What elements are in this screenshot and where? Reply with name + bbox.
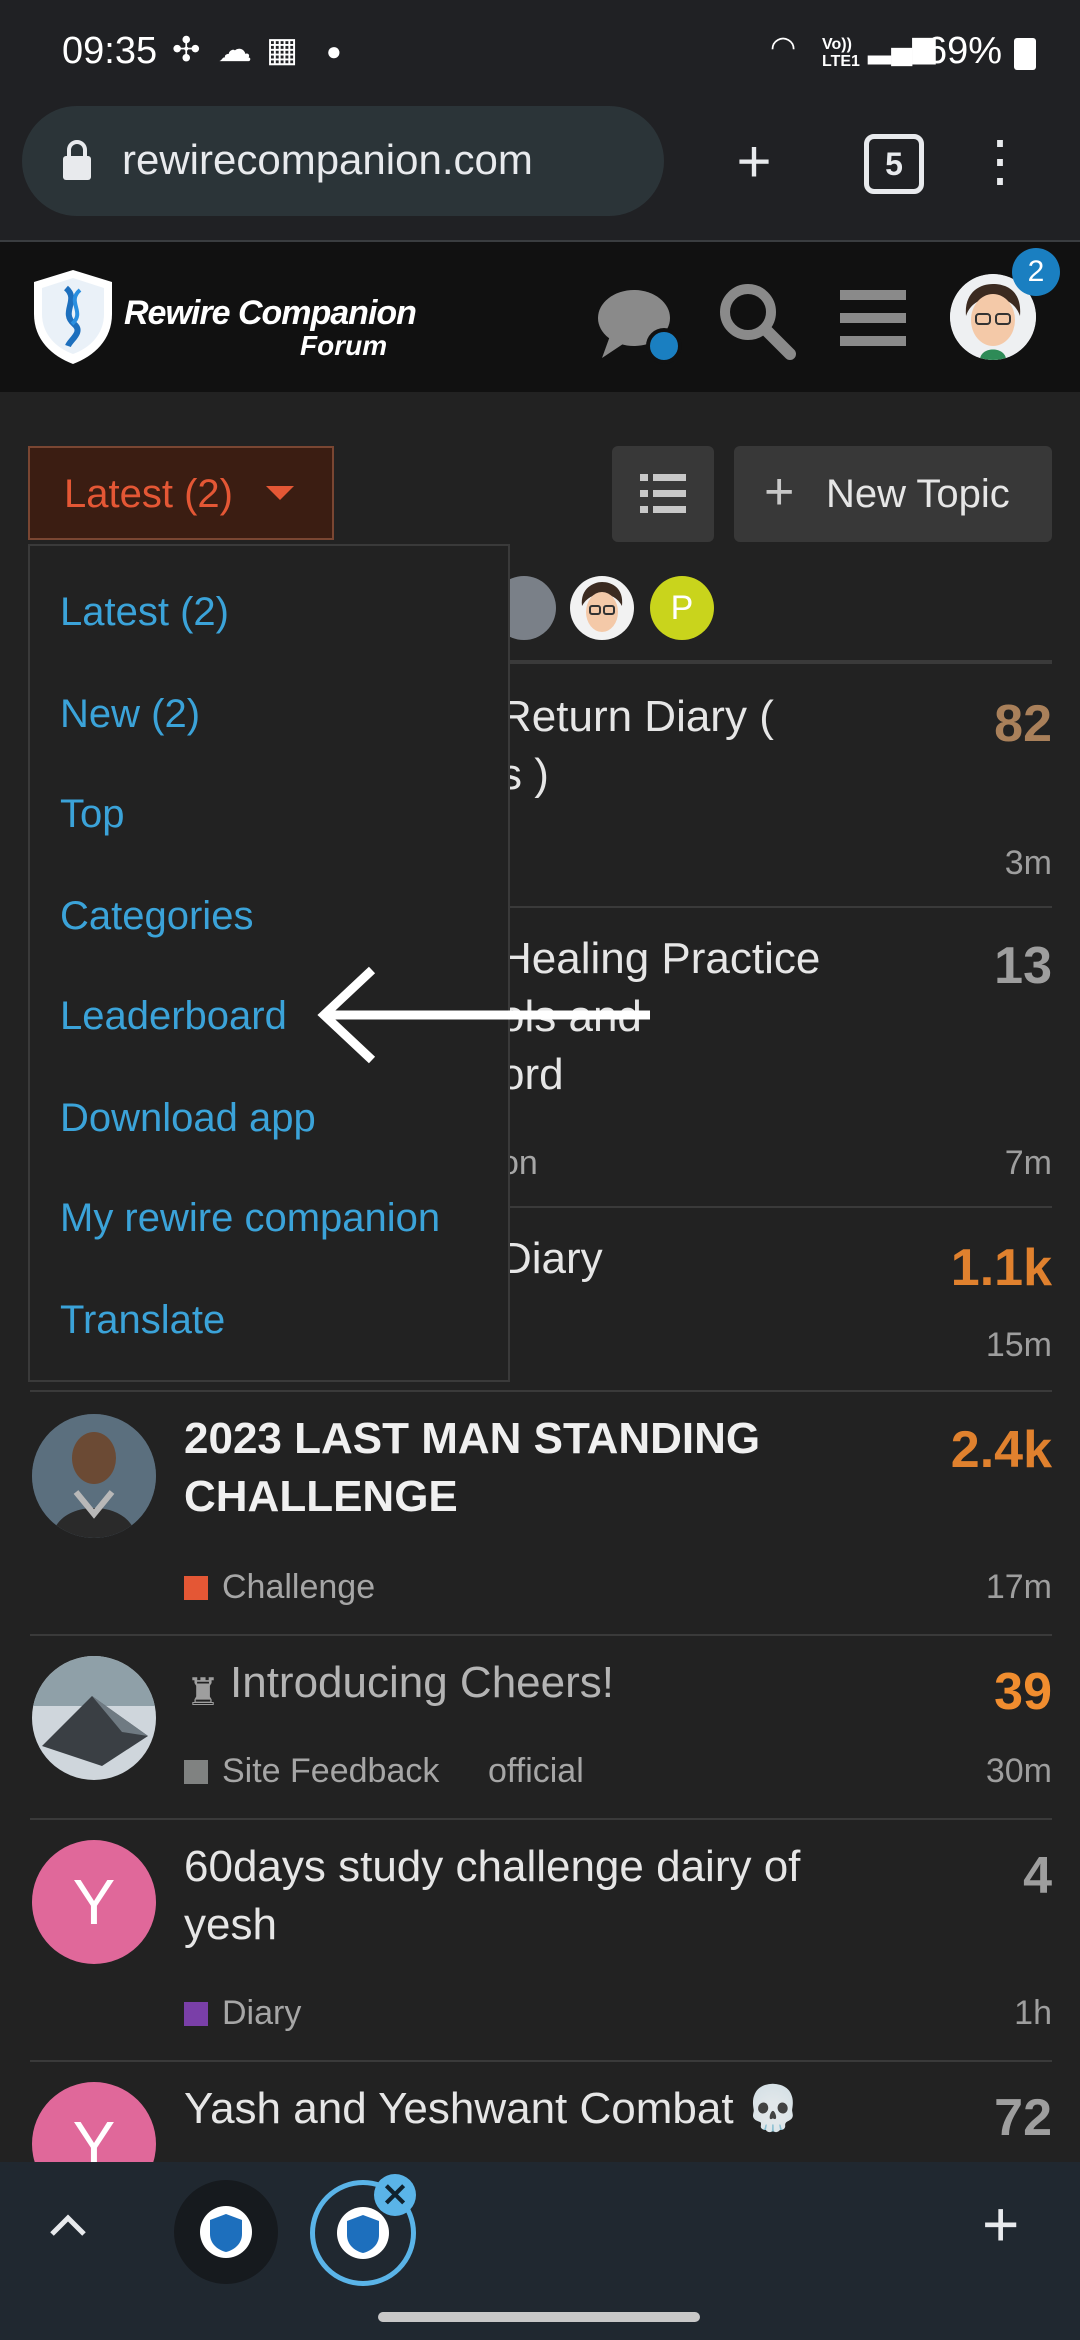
category-color-square	[184, 1576, 208, 1600]
notification-badge[interactable]: 2	[1012, 248, 1060, 296]
topic-avatar[interactable]	[32, 1656, 156, 1780]
lock-icon	[63, 140, 91, 180]
pinwheel-icon: ✣	[172, 31, 201, 69]
browser-toolbar: rewirecompanion.com + 5 ⋮	[0, 100, 1080, 242]
menu-item-leaderboard[interactable]: Leaderboard	[60, 994, 287, 1039]
tab-strip: ✕ +	[0, 2162, 1080, 2302]
topic-count[interactable]: 82	[852, 694, 1052, 754]
topic-title[interactable]: Introducing Cheers!	[230, 1654, 890, 1712]
topic-age[interactable]: 15m	[852, 1326, 1052, 1365]
caret-down-icon	[266, 486, 294, 500]
address-bar[interactable]: rewirecompanion.com	[22, 106, 664, 216]
search-icon[interactable]	[716, 280, 796, 360]
topic-age[interactable]: 7m	[852, 1144, 1052, 1183]
status-time: 09:35	[62, 30, 158, 72]
topic-count[interactable]: 1.1k	[852, 1238, 1052, 1298]
menu-item-download-app[interactable]: Download app	[60, 1096, 316, 1141]
cloud-icon: ☁	[218, 31, 252, 69]
battery-level: 69%	[925, 30, 1002, 72]
topic-avatar-letter[interactable]: Y	[32, 1840, 156, 1964]
menu-item-my-rewire-companion[interactable]: My rewire companion	[60, 1196, 440, 1241]
menu-item-categories[interactable]: Categories	[60, 894, 253, 939]
topic-avatar[interactable]	[32, 1414, 156, 1538]
logo-subtitle: Forum	[300, 330, 388, 361]
divider	[30, 2060, 1052, 2062]
more-options-icon[interactable]: ⋮	[960, 122, 1040, 202]
topic-count[interactable]: 39	[852, 1662, 1052, 1722]
chevron-up-icon[interactable]	[46, 2210, 90, 2240]
chat-icon[interactable]	[596, 284, 682, 366]
logo-shield-icon[interactable]	[30, 266, 116, 366]
annotation-arrow-icon	[317, 966, 650, 1064]
menu-item-top[interactable]: Top	[60, 792, 125, 837]
category-color-square	[184, 2002, 208, 2026]
tab-thumbnail[interactable]	[174, 2180, 278, 2284]
topic-age[interactable]: 1h	[852, 1994, 1052, 2033]
url-text: rewirecompanion.com	[122, 136, 533, 183]
category-label: Site Feedback	[222, 1752, 440, 1790]
divider	[30, 1390, 1052, 1392]
list-icon	[640, 474, 686, 513]
poster-avatar[interactable]	[570, 576, 634, 640]
topic-title[interactable]: Yash and Yeshwant Combat 💀	[184, 2080, 904, 2138]
tab-favicon	[337, 2207, 389, 2259]
add-tab-button[interactable]: +	[982, 2192, 1019, 2256]
pin-icon: ♜	[186, 1672, 221, 1714]
topic-category[interactable]: Challenge	[184, 1568, 375, 1607]
logo-title: Rewire Companion	[124, 294, 417, 332]
topic-category[interactable]: Site Feedback	[184, 1752, 439, 1791]
category-label: Diary	[222, 1994, 302, 2032]
menu-item-new[interactable]: New (2)	[60, 692, 200, 737]
new-tab-button[interactable]: +	[714, 122, 794, 202]
list-view-button[interactable]	[612, 446, 714, 542]
topic-age[interactable]: 17m	[852, 1568, 1052, 1607]
status-bar: 09:35 ✣ ☁ ▦ ● ◠ Vo)) LTE1 ▂▄▆ 69%	[0, 0, 1080, 100]
close-tab-icon[interactable]: ✕	[374, 2174, 416, 2216]
shield-icon	[347, 2215, 379, 2253]
topic-count[interactable]: 72	[852, 2088, 1052, 2148]
forum-header: Rewire Companion Forum	[0, 242, 1080, 392]
topic-tag[interactable]: official	[488, 1752, 584, 1791]
plus-icon: +	[764, 463, 795, 521]
tab-switcher-button[interactable]: 5	[864, 134, 924, 194]
battery-icon	[1014, 38, 1036, 70]
category-label: Challenge	[222, 1568, 376, 1606]
dot-icon: ●	[326, 36, 342, 66]
new-topic-button[interactable]: + New Topic	[734, 446, 1052, 542]
category-color-square	[184, 1760, 208, 1784]
topic-title[interactable]: 60days study challenge dairy of yesh	[184, 1838, 844, 1954]
shield-icon	[210, 2214, 242, 2252]
home-indicator[interactable]	[378, 2312, 700, 2322]
new-topic-label: New Topic	[826, 472, 1010, 516]
tab-favicon	[200, 2206, 252, 2258]
topic-count[interactable]: 2.4k	[852, 1420, 1052, 1480]
topic-category[interactable]: Diary	[184, 1994, 301, 2033]
divider	[30, 1818, 1052, 1820]
topic-age[interactable]: 3m	[852, 844, 1052, 883]
poster-avatar-face	[581, 582, 623, 632]
topic-count[interactable]: 4	[852, 1846, 1052, 1906]
latest-dropdown[interactable]: Latest (2)	[28, 446, 334, 540]
divider	[30, 1634, 1052, 1636]
topic-avatar-image	[32, 1414, 156, 1538]
hamburger-menu-icon[interactable]	[840, 288, 906, 348]
calendar-icon: ▦	[266, 31, 299, 69]
latest-dropdown-label: Latest (2)	[64, 472, 233, 516]
poster-avatar-p[interactable]: P	[650, 576, 714, 640]
network-label: Vo)) LTE1	[822, 36, 860, 70]
topic-avatar-image	[32, 1656, 156, 1780]
menu-item-translate[interactable]: Translate	[60, 1298, 225, 1343]
topic-age[interactable]: 30m	[852, 1752, 1052, 1791]
wifi-icon: ◠	[770, 31, 797, 64]
topic-count[interactable]: 13	[852, 936, 1052, 996]
menu-item-latest[interactable]: Latest (2)	[60, 590, 229, 635]
topic-title[interactable]: 2023 LAST MAN STANDING CHALLENGE	[184, 1410, 884, 1526]
